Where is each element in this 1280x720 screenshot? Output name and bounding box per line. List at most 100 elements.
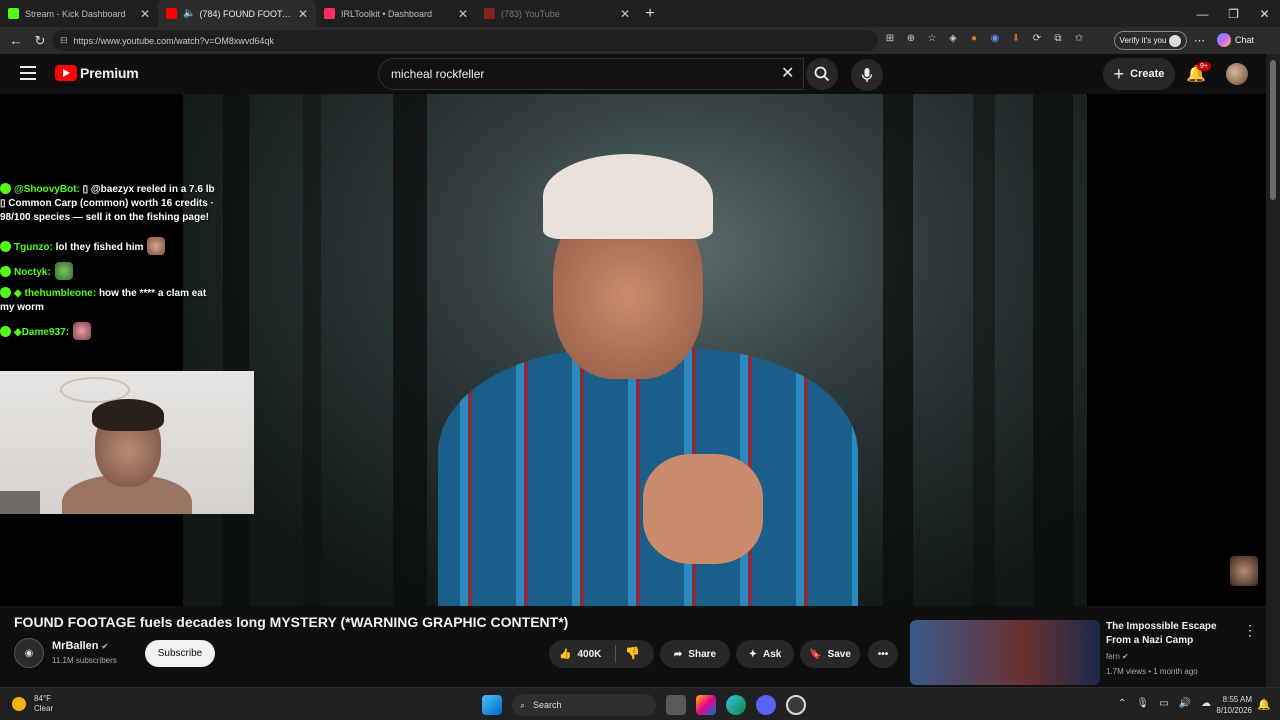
more-actions-button[interactable]: ••• [868, 640, 898, 668]
collections-icon[interactable]: ✩ [1073, 33, 1085, 44]
app-grid-icon[interactable]: ⊞ [884, 33, 896, 44]
volume-icon[interactable]: 🔊 [1179, 698, 1191, 709]
verified-icon: ✔ [1122, 652, 1129, 661]
video-frame [183, 94, 1087, 606]
microphone-icon[interactable]: 🎙 [1136, 698, 1149, 709]
youtube-logo[interactable]: Premium [55, 65, 139, 81]
close-window-icon[interactable]: ✕ [1249, 7, 1280, 21]
clear-search-icon[interactable]: ✕ [781, 63, 794, 83]
back-arrow-icon[interactable]: ← [4, 33, 28, 48]
verify-label: Verify it's you [1119, 36, 1167, 45]
voice-search-button[interactable] [851, 59, 883, 91]
discord-icon[interactable] [756, 695, 776, 715]
windows-taskbar: 84°F Clear ⌕ Search ⌃ 🎙 ▭ 🔊 ☁ 8:55 AM 8/… [0, 687, 1280, 720]
search-button[interactable] [806, 58, 838, 90]
browser-menu-icon[interactable]: ⋯ [1194, 34, 1205, 47]
copilot-app-icon[interactable] [696, 695, 716, 715]
account-avatar[interactable] [1226, 63, 1248, 85]
more-vertical-icon[interactable]: ⋮ [1243, 622, 1257, 639]
zoom-icon[interactable]: ⊕ [905, 33, 917, 44]
recommended-channel[interactable]: fern ✔ [1106, 652, 1129, 661]
microphone-icon [861, 68, 873, 82]
tab-youtube-video[interactable]: 🔈 (784) FOUND FOOTAGE fuels d ✕ [158, 0, 316, 27]
notification-icon[interactable]: 🔔 [1257, 698, 1271, 711]
chat-message: ◆ thehumbleone: how the **** a clam eat … [0, 287, 215, 315]
split-screen-icon[interactable]: ⧉ [1052, 33, 1064, 44]
favorite-star-icon[interactable]: ☆ [926, 33, 938, 44]
weather-widget[interactable]: 84°F Clear [12, 694, 53, 714]
thumbs-down-icon[interactable]: 👎 [625, 646, 640, 660]
taskbar-search-label: Search [533, 700, 562, 710]
channel-watermark-icon[interactable] [1230, 556, 1258, 586]
bookmark-icon: 🔖 [809, 648, 822, 660]
tab-youtube-home[interactable]: (783) YouTube ✕ [476, 0, 638, 27]
kick-badge-icon [0, 241, 11, 252]
speaker-icon[interactable]: 🔈 [183, 8, 195, 19]
restore-icon[interactable]: ❐ [1218, 7, 1249, 21]
extension-icons: ⊞ ⊕ ☆ ◈ ● ◉ ⬇ ⟳ ⧉ ✩ [884, 33, 1085, 44]
edge-browser-icon[interactable] [726, 695, 746, 715]
chevron-up-icon[interactable]: ⌃ [1118, 698, 1126, 709]
minimize-icon[interactable]: — [1187, 7, 1218, 21]
like-count[interactable]: 400K [577, 649, 601, 660]
system-tray: ⌃ 🎙 ▭ 🔊 ☁ [1118, 698, 1211, 709]
logo-text: Premium [80, 65, 139, 81]
thumbs-up-icon[interactable]: 👍 [559, 649, 571, 660]
notification-badge: 9+ [1197, 62, 1211, 71]
obs-icon[interactable] [786, 695, 806, 715]
create-label: Create [1130, 68, 1165, 80]
share-label: Share [688, 648, 717, 660]
chat-username: @ShoovyBot: [14, 184, 80, 195]
windows-start-icon[interactable] [482, 695, 502, 715]
search-input[interactable]: micheal rockfeller [378, 58, 804, 90]
recommended-video-thumbnail[interactable] [910, 620, 1100, 685]
extension-puzzle-icon[interactable]: ⟳ [1031, 33, 1043, 44]
ask-label: Ask [763, 648, 782, 660]
kick-badge-icon [0, 326, 11, 337]
shield-icon[interactable]: ◈ [947, 33, 959, 44]
extension-blue-icon[interactable]: ◉ [989, 33, 1001, 44]
menu-hamburger-icon[interactable] [20, 66, 36, 80]
subscribe-button[interactable]: Subscribe [145, 640, 215, 667]
browser-tab-strip: Stream - Kick Dashboard ✕ 🔈 (784) FOUND … [0, 0, 1280, 27]
new-tab-icon[interactable]: + [638, 5, 662, 23]
copilot-chat-button[interactable]: Chat [1217, 33, 1254, 47]
youtube-play-icon [55, 65, 77, 81]
url-field[interactable]: ⊟ https://www.youtube.com/watch?v=OM8xwv… [52, 30, 878, 51]
recommended-video-title[interactable]: The Impossible Escape From a Nazi Camp [1106, 620, 1226, 648]
like-dislike-group: 👍 400K 👎 [549, 640, 654, 668]
tab-kick-dashboard[interactable]: Stream - Kick Dashboard ✕ [0, 0, 158, 27]
close-icon[interactable]: ✕ [298, 7, 308, 21]
tab-title: IRLToolkit • Dashboard [341, 8, 433, 19]
monitor-icon[interactable]: ▭ [1159, 698, 1168, 709]
video-title: FOUND FOOTAGE fuels decades long MYSTERY… [14, 614, 569, 630]
tab-irltoolkit[interactable]: IRLToolkit • Dashboard ✕ [316, 0, 476, 27]
create-button[interactable]: + Create [1103, 58, 1175, 90]
reload-icon[interactable]: ↻ [28, 33, 52, 49]
verify-profile-button[interactable]: Verify it's you [1114, 31, 1187, 50]
taskbar-search[interactable]: ⌕ Search [512, 694, 656, 716]
close-icon[interactable]: ✕ [620, 7, 630, 21]
chat-message: @ShoovyBot: ▯ @baezyx reeled in a 7.6 lb… [0, 183, 215, 230]
close-icon[interactable]: ✕ [458, 7, 468, 21]
tab-title: (783) YouTube [501, 8, 560, 19]
emote-frog-icon [54, 262, 73, 280]
channel-avatar[interactable]: ◉ [14, 638, 44, 668]
system-clock[interactable]: 8:55 AM 8/10/2026 [1210, 694, 1252, 716]
site-info-icon[interactable]: ⊟ [60, 35, 68, 46]
task-view-icon[interactable] [666, 695, 686, 715]
emote-pink-icon [72, 322, 91, 340]
ask-button[interactable]: ✦ Ask [736, 640, 794, 668]
search-icon: ⌕ [520, 699, 526, 710]
address-bar-row: ← ↻ ⊟ https://www.youtube.com/watch?v=OM… [0, 27, 1280, 54]
download-icon[interactable]: ⬇ [1010, 33, 1022, 44]
channel-name[interactable]: MrBallen ✔ [52, 640, 108, 652]
save-button[interactable]: 🔖 Save [800, 640, 860, 668]
extension-orange-icon[interactable]: ● [968, 33, 980, 44]
share-button[interactable]: ➦ Share [660, 640, 730, 668]
page-scrollbar[interactable] [1266, 54, 1280, 687]
scrollbar-thumb[interactable] [1270, 60, 1276, 200]
weather-moon-icon [12, 697, 26, 711]
kick-badge-icon [0, 266, 11, 277]
close-icon[interactable]: ✕ [140, 7, 150, 21]
